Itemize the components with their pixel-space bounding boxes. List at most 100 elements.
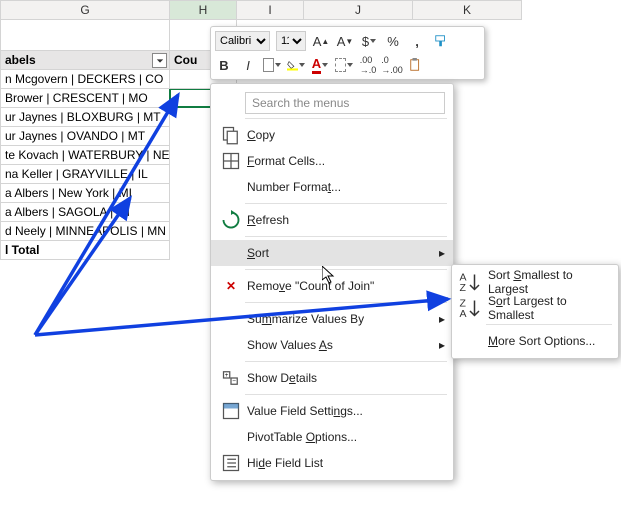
format-cells-icon	[221, 151, 241, 171]
menu-separator	[245, 394, 447, 395]
blank-icon	[458, 331, 482, 351]
menu-item-hide-field-list[interactable]: Hide Field List	[211, 450, 453, 476]
hide-field-list-icon	[221, 453, 241, 473]
menu-item-show-as[interactable]: Show Values As ▸	[211, 332, 453, 358]
blank-cell[interactable]	[0, 19, 170, 51]
cell-text: ur Jaynes | OVANDO | MT	[5, 129, 145, 143]
blank-icon	[221, 335, 241, 355]
fill-color-icon[interactable]	[287, 56, 305, 74]
menu-separator	[245, 236, 447, 237]
decrease-decimal-icon[interactable]: .0→.00	[383, 56, 401, 74]
submenu-arrow-icon: ▸	[435, 312, 445, 326]
copy-icon	[221, 125, 241, 145]
column-header-K[interactable]: K	[412, 0, 522, 20]
row-label-cell[interactable]: n Mcgovern | DECKERS | CO	[0, 69, 170, 89]
row-label-cell[interactable]: a Albers | New York | MI	[0, 183, 170, 203]
more-borders-icon[interactable]	[335, 56, 353, 74]
remove-icon: ✕	[221, 276, 241, 296]
mouse-cursor-icon	[322, 266, 338, 286]
col-label: K	[463, 3, 471, 17]
column-header-I[interactable]: I	[236, 0, 304, 20]
mini-toolbar: Calibri 11 A▲ A▼ $ % , B I A .00→.0 .0→.…	[210, 26, 485, 80]
menu-item-summarize[interactable]: Summarize Values By ▸	[211, 306, 453, 332]
menu-item-pivottable-options[interactable]: PivotTable Options...	[211, 424, 453, 450]
menu-item-format-cells[interactable]: Format Cells...	[211, 148, 453, 174]
menu-separator	[486, 324, 612, 325]
cell-text: l Total	[5, 243, 39, 257]
cell-text: a Albers | SAGOLA | MI	[5, 205, 130, 219]
italic-label: I	[246, 58, 250, 73]
row-labels-header[interactable]: abels	[0, 50, 170, 70]
row-label-cell[interactable]: a Albers | SAGOLA | MI	[0, 202, 170, 222]
row-label-cell[interactable]: na Keller | GRAYVILLE | IL	[0, 164, 170, 184]
cell-text: na Keller | GRAYVILLE | IL	[5, 167, 148, 181]
column-header-J[interactable]: J	[303, 0, 413, 20]
menu-separator	[245, 203, 447, 204]
sort-submenu: AZ Sort Smallest to Largest ZA Sort Larg…	[451, 264, 619, 359]
paste-options-icon[interactable]	[407, 56, 425, 74]
borders-icon[interactable]	[263, 56, 281, 74]
row-label-cell[interactable]: d Neely | MINNEAPOLIS | MN	[0, 221, 170, 241]
column-header-H[interactable]: H	[169, 0, 237, 20]
percent-icon[interactable]: %	[384, 32, 402, 50]
currency-icon[interactable]: $	[360, 32, 378, 50]
search-placeholder: Search the menus	[252, 96, 349, 110]
format-painter-icon[interactable]	[432, 32, 450, 50]
menu-item-refresh[interactable]: Refresh	[211, 207, 453, 233]
submenu-item-sort-desc[interactable]: ZA Sort Largest to Smallest	[452, 295, 618, 321]
svg-text:Z: Z	[460, 282, 467, 294]
cell-text: Brower | CRESCENT | MO	[5, 91, 148, 105]
font-color-icon[interactable]: A	[311, 56, 329, 74]
blank-icon	[221, 177, 241, 197]
bold-label: B	[219, 58, 228, 73]
menu-separator	[245, 118, 447, 119]
menu-item-field-settings[interactable]: Value Field Settings...	[211, 398, 453, 424]
menu-separator	[245, 269, 447, 270]
row-label-cell[interactable]: ur Jaynes | OVANDO | MT	[0, 126, 170, 146]
col-label: J	[355, 3, 361, 17]
cell-text: te Kovach | WATERBURY | NE	[5, 148, 170, 162]
svg-text:+: +	[225, 372, 229, 379]
row-label-cell[interactable]: ur Jaynes | BLOXBURG | MT	[0, 107, 170, 127]
submenu-arrow-icon: ▸	[435, 338, 445, 352]
menu-separator	[245, 361, 447, 362]
sort-descending-icon: ZA	[458, 298, 482, 318]
svg-text:A: A	[460, 308, 467, 320]
increase-decimal-icon[interactable]: .00→.0	[359, 56, 377, 74]
blank-icon	[221, 243, 241, 263]
italic-button[interactable]: I	[239, 56, 257, 74]
cell-text: d Neely | MINNEAPOLIS | MN	[5, 224, 166, 238]
blank-icon	[221, 309, 241, 329]
menu-item-copy[interactable]: CCopyopy	[211, 122, 453, 148]
menu-item-number-format[interactable]: Number Format...	[211, 174, 453, 200]
col-label: I	[268, 3, 271, 17]
submenu-item-more-sort[interactable]: More Sort Options...	[452, 328, 618, 354]
bold-button[interactable]: B	[215, 56, 233, 74]
menu-search-input[interactable]: Search the menus	[245, 92, 445, 114]
cell-text: ur Jaynes | BLOXBURG | MT	[5, 110, 161, 124]
increase-font-icon[interactable]: A▲	[312, 32, 330, 50]
comma-icon[interactable]: ,	[408, 32, 426, 50]
menu-item-show-details[interactable]: +− Show Details	[211, 365, 453, 391]
decrease-font-icon[interactable]: A▼	[336, 32, 354, 50]
submenu-item-sort-asc[interactable]: AZ Sort Smallest to Largest	[452, 269, 618, 295]
row-label-cell[interactable]: Brower | CRESCENT | MO	[0, 88, 170, 108]
menu-separator	[245, 302, 447, 303]
grand-total-cell[interactable]: l Total	[0, 240, 170, 260]
cell-text: n Mcgovern | DECKERS | CO	[5, 72, 163, 86]
font-size-select[interactable]: 11	[276, 31, 306, 51]
font-select[interactable]: Calibri	[215, 31, 270, 51]
submenu-arrow-icon: ▸	[435, 246, 445, 260]
column-header-G[interactable]: G	[0, 0, 170, 20]
filter-dropdown-button[interactable]	[152, 53, 167, 68]
row-labels-text: abels	[5, 53, 36, 67]
blank-icon	[221, 427, 241, 447]
col-label: G	[80, 3, 89, 17]
row-label-cell[interactable]: te Kovach | WATERBURY | NE	[0, 145, 170, 165]
sort-ascending-icon: AZ	[458, 272, 482, 292]
cell-text: a Albers | New York | MI	[5, 186, 132, 200]
refresh-icon	[221, 210, 241, 230]
field-settings-icon	[221, 401, 241, 421]
menu-item-sort[interactable]: Sort ▸	[211, 240, 453, 266]
count-header-text: Cou	[174, 53, 197, 67]
